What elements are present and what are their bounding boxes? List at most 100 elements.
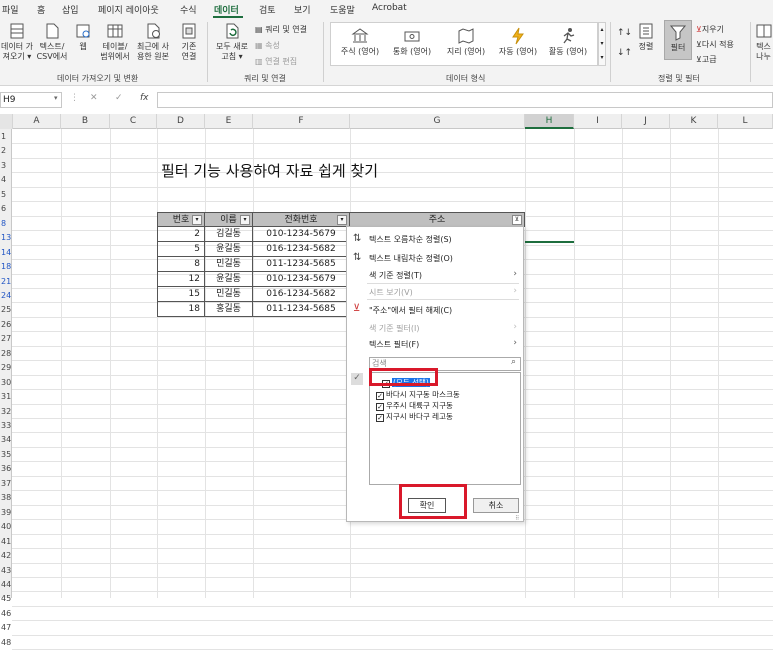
tab-insert[interactable]: 삽입 — [62, 3, 79, 16]
table-cell[interactable]: 윤길동 — [205, 242, 253, 257]
text-to-columns-button[interactable]: 텍스 나누 — [754, 22, 773, 62]
table-cell[interactable]: 18 — [157, 302, 205, 317]
column-header[interactable]: L — [718, 114, 773, 129]
table-cell[interactable]: 김길동 — [205, 227, 253, 242]
column-header[interactable]: J — [622, 114, 670, 129]
filter-active-icon[interactable]: ⊻ — [512, 215, 522, 225]
checkbox[interactable]: ✓ — [376, 403, 384, 411]
column-header-selected[interactable]: H — [525, 114, 574, 129]
geography-type-button[interactable]: 지리 (영어) — [441, 27, 491, 57]
row-header[interactable]: 14 — [0, 248, 12, 257]
queries-connections-button[interactable]: ▤ 쿼리 및 연결 — [255, 24, 307, 35]
column-header[interactable]: E — [205, 114, 253, 129]
table-cell[interactable]: 2 — [157, 227, 205, 242]
row-header[interactable]: 30 — [0, 378, 12, 387]
cancel-button[interactable]: 취소 — [473, 498, 519, 513]
menu-sort-descending[interactable]: 텍스트 내림차순 정렬(O) — [369, 253, 453, 264]
from-web-button[interactable]: 웹 — [72, 22, 94, 52]
row-header[interactable]: 3 — [0, 161, 12, 170]
enter-icon[interactable]: ✓ — [115, 93, 123, 103]
row-header[interactable]: 29 — [0, 363, 12, 372]
row-header[interactable]: 43 — [0, 566, 12, 575]
table-cell[interactable]: 민길동 — [205, 257, 253, 272]
column-header[interactable]: D — [157, 114, 205, 129]
row-header[interactable]: 32 — [0, 407, 12, 416]
table-cell[interactable]: 010-1234-5679 — [253, 272, 350, 287]
properties-button[interactable]: ▦ 속성 — [255, 40, 280, 51]
table-cell[interactable]: 5 — [157, 242, 205, 257]
tab-help[interactable]: 도움말 — [330, 3, 355, 16]
row-header[interactable]: 28 — [0, 349, 12, 358]
menu-sort-by-color[interactable]: 색 기준 정렬(T) — [369, 270, 422, 281]
table-cell[interactable]: 010-1234-5679 — [253, 227, 350, 242]
table-header-number[interactable]: 번호 ▾ — [157, 212, 205, 227]
advanced-filter-button[interactable]: ⊻고급 — [696, 54, 717, 65]
row-header[interactable]: 25 — [0, 305, 12, 314]
row-header[interactable]: 2 — [0, 146, 12, 155]
filter-dropdown-icon[interactable]: ▾ — [192, 215, 202, 225]
sort-az-button[interactable]: ↑↓ — [617, 28, 632, 38]
row-header[interactable]: 47 — [0, 623, 12, 632]
activity-type-button[interactable]: 활동 (영어) — [543, 27, 593, 57]
drag-handle-icon[interactable]: ⋮ — [70, 93, 79, 103]
currency-type-button[interactable]: 통화 (영어) — [387, 27, 437, 57]
list-item[interactable]: ✓ 우주시 대륙구 지구동 — [376, 400, 453, 411]
row-header[interactable]: 26 — [0, 320, 12, 329]
resize-grip-icon[interactable]: ⠿ — [515, 515, 519, 522]
automotive-type-button[interactable]: 자동 (영어) — [493, 27, 543, 57]
select-all-corner[interactable] — [0, 114, 13, 129]
row-header[interactable]: 21 — [0, 277, 12, 286]
table-cell[interactable]: 민길동 — [205, 287, 253, 302]
row-header[interactable]: 24 — [0, 291, 12, 300]
row-header[interactable]: 41 — [0, 537, 12, 546]
name-box-dropdown-icon[interactable]: ▾ — [54, 94, 58, 102]
table-header-address[interactable]: 주소 ⊻ — [350, 212, 525, 227]
clear-filter-button[interactable]: ⊻지우기 — [696, 24, 724, 35]
from-table-button[interactable]: 테이블/ 범위에서 — [97, 22, 133, 62]
column-header[interactable]: F — [253, 114, 350, 129]
table-cell[interactable]: 8 — [157, 257, 205, 272]
row-header[interactable]: 13 — [0, 233, 12, 242]
tab-acrobat[interactable]: Acrobat — [372, 3, 407, 13]
row-header[interactable]: 27 — [0, 334, 12, 343]
row-header[interactable]: 42 — [0, 551, 12, 560]
row-header[interactable]: 34 — [0, 435, 12, 444]
row-header[interactable]: 35 — [0, 450, 12, 459]
recent-sources-button[interactable]: 최근에 사 용한 원본 — [134, 22, 172, 62]
row-header[interactable]: 46 — [0, 609, 12, 618]
table-cell[interactable]: 12 — [157, 272, 205, 287]
refresh-all-button[interactable]: 모두 새로 고침 ▾ — [212, 22, 252, 62]
row-header[interactable]: 44 — [0, 580, 12, 589]
row-header[interactable]: 48 — [0, 638, 12, 647]
tab-data[interactable]: 데이터 — [214, 3, 239, 16]
table-cell[interactable]: 016-1234-5682 — [253, 242, 350, 257]
sort-button[interactable]: 정렬 — [634, 22, 658, 52]
menu-text-filter[interactable]: 텍스트 필터(F) — [369, 339, 419, 350]
menu-filter-by-color[interactable]: 색 기준 필터(I) — [369, 323, 420, 334]
list-item[interactable]: ✓ 지구시 바다구 레고동 — [376, 411, 453, 422]
row-header[interactable]: 18 — [0, 262, 12, 271]
insert-function-icon[interactable]: fx — [140, 93, 149, 103]
table-header-name[interactable]: 이름 ▾ — [205, 212, 253, 227]
filter-button[interactable]: 필터 — [664, 20, 692, 60]
row-header[interactable]: 37 — [0, 479, 12, 488]
table-header-phone[interactable]: 전화번호 ▾ — [253, 212, 350, 227]
from-text-csv-button[interactable]: 텍스트/ CSV에서 — [34, 22, 70, 62]
column-header[interactable]: K — [670, 114, 718, 129]
column-header[interactable]: I — [574, 114, 622, 129]
table-cell[interactable]: 윤길동 — [205, 272, 253, 287]
row-header[interactable]: 8 — [0, 219, 12, 228]
column-header[interactable]: B — [61, 114, 110, 129]
cancel-icon[interactable]: ✕ — [90, 93, 98, 103]
row-header[interactable]: 45 — [0, 594, 12, 603]
tab-formulas[interactable]: 수식 — [180, 3, 197, 16]
list-item[interactable]: ✓ 바다시 지구동 마스크동 — [376, 389, 460, 400]
row-header[interactable]: 1 — [0, 132, 12, 141]
column-header[interactable]: A — [13, 114, 61, 129]
table-cell[interactable]: 016-1234-5682 — [253, 287, 350, 302]
tab-home[interactable]: 홈 — [37, 3, 45, 16]
reapply-button[interactable]: ⊻다시 적용 — [696, 39, 734, 50]
column-header[interactable]: C — [110, 114, 157, 129]
tab-review[interactable]: 검토 — [259, 3, 276, 16]
menu-sort-ascending[interactable]: 텍스트 오름차순 정렬(S) — [369, 234, 452, 245]
